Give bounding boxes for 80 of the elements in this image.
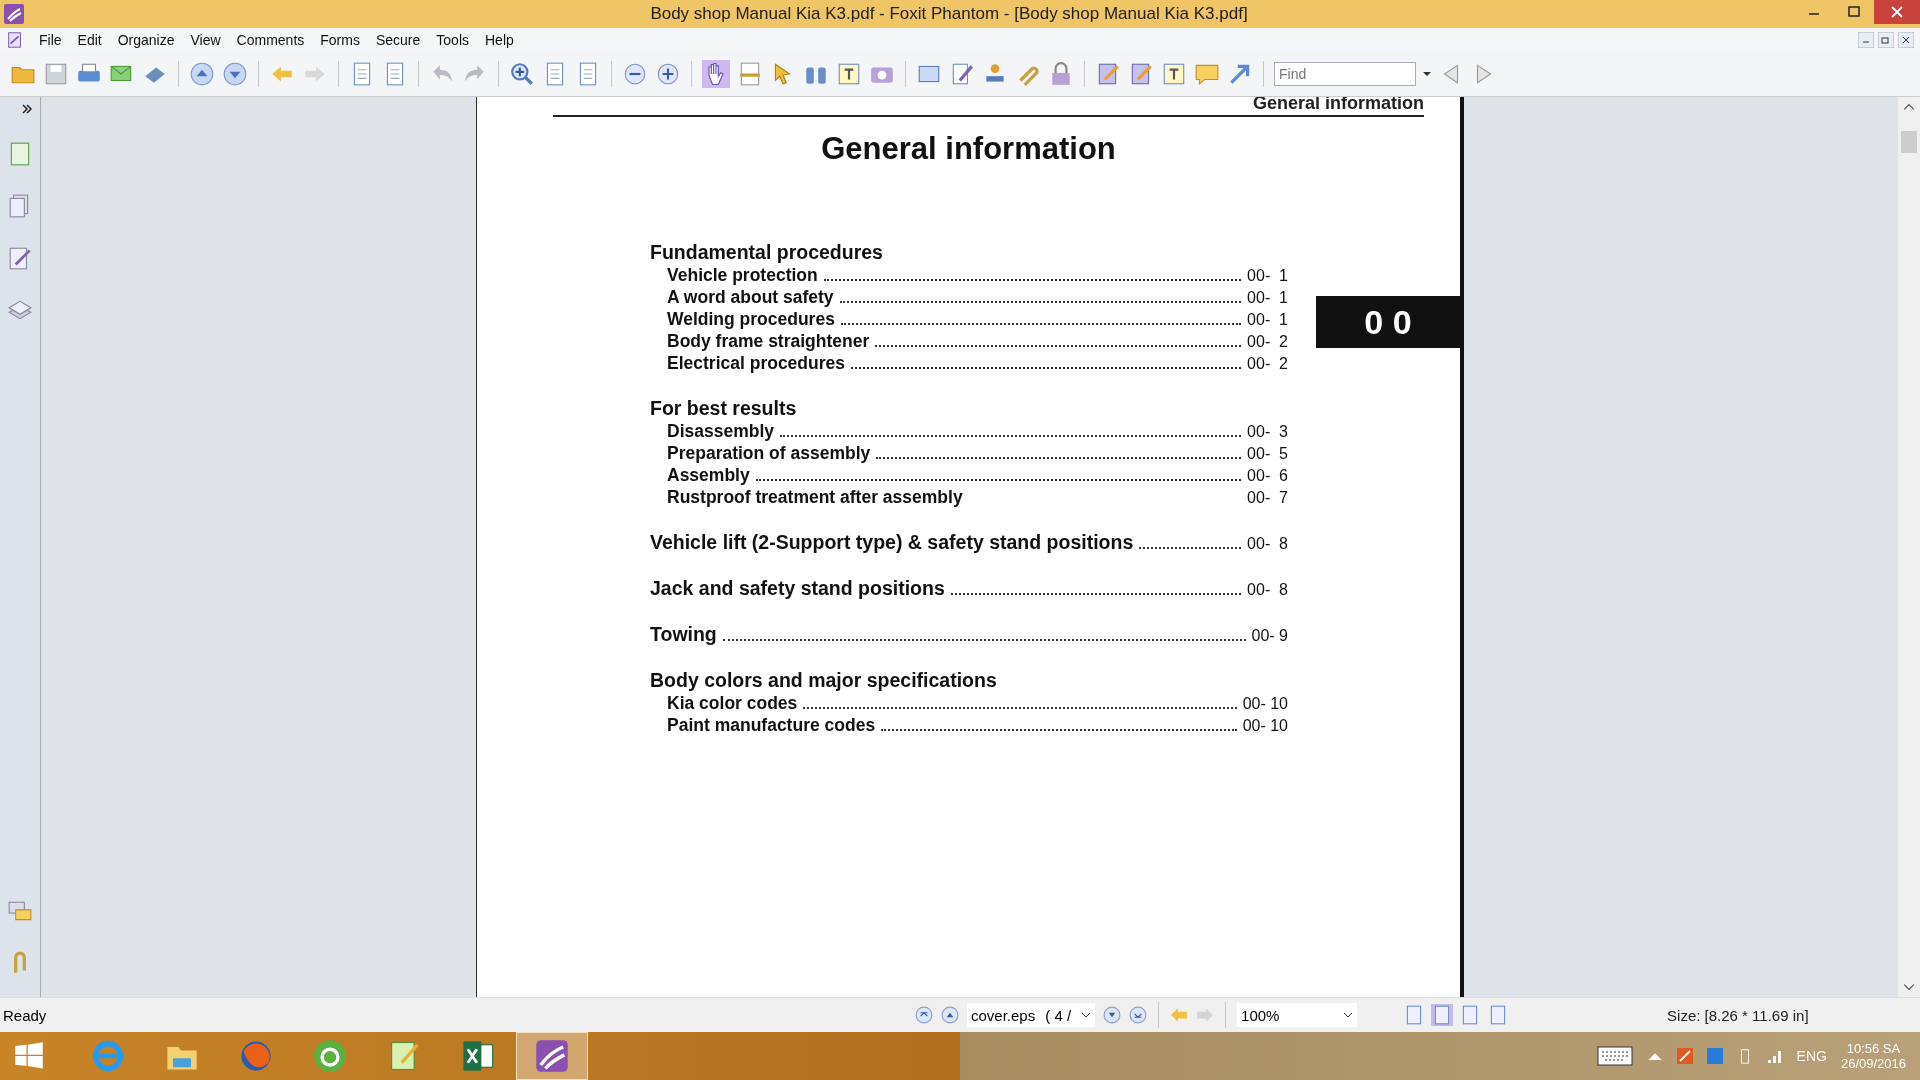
ring-icon xyxy=(312,1038,348,1074)
toc-entry: Rustproof treatment after assembly xyxy=(667,487,963,508)
page-number: 00- 10 xyxy=(1242,717,1288,735)
previous-page-icon[interactable] xyxy=(941,1006,959,1024)
menu-item[interactable]: Comments xyxy=(229,30,312,50)
page-number: 00- 10 xyxy=(1242,695,1288,713)
toc-entry: Disassembly xyxy=(667,421,774,442)
page-number: 00- 5 xyxy=(1247,445,1288,463)
zoom-out-icon[interactable] xyxy=(622,61,648,87)
dropdown-arrow-icon[interactable] xyxy=(1423,70,1431,78)
page-number: 00- 2 xyxy=(1247,355,1288,373)
toc-entry: Preparation of assembly xyxy=(667,443,871,464)
menu-item[interactable]: Secure xyxy=(368,30,428,50)
keyboard-icon[interactable] xyxy=(1596,1046,1633,1066)
document-icon xyxy=(6,31,24,49)
toc-entry: A word about safety xyxy=(667,287,834,308)
spreadsheet-icon xyxy=(460,1038,496,1074)
find-field[interactable]: Find xyxy=(1274,62,1416,86)
toc-entry: Vehicle protection xyxy=(667,265,818,286)
taskbar-app[interactable] xyxy=(516,1032,588,1080)
page-number: 00- 7 xyxy=(1247,489,1288,507)
view-mode-icon[interactable] xyxy=(1431,1004,1454,1026)
section-heading: Towing xyxy=(650,623,717,646)
toc-entry: Kia color codes xyxy=(667,693,798,714)
page-number: 00- 1 xyxy=(1247,267,1288,285)
toc-entry: Electrical procedures xyxy=(667,353,845,374)
toc-entry: Welding procedures xyxy=(667,309,835,330)
toc-entry: Paint manufacture codes xyxy=(667,715,876,736)
page-number: 00- 1 xyxy=(1247,311,1288,329)
tray-app-icon[interactable] xyxy=(1706,1048,1723,1064)
page-title: General information xyxy=(820,131,1117,167)
toc-entry: Body frame straightener xyxy=(667,331,870,352)
page-number: 00- 6 xyxy=(1247,467,1288,485)
zoom-in-icon[interactable] xyxy=(655,61,681,87)
zoom-in-icon[interactable] xyxy=(509,61,535,87)
expand-icon[interactable] xyxy=(21,103,33,115)
hand-tool-icon[interactable] xyxy=(702,60,730,88)
scroll-thumb[interactable] xyxy=(1901,131,1917,153)
app-icon xyxy=(4,4,24,24)
status-text: Ready xyxy=(3,1006,48,1024)
section-heading: For best results xyxy=(650,397,797,420)
globe-icon xyxy=(238,1038,274,1074)
section-heading: Vehicle lift (2-Support type) & safety stand positions xyxy=(650,531,1134,554)
page-number: 00- 3 xyxy=(1247,423,1288,441)
close-icon[interactable] xyxy=(1898,32,1914,48)
page-number: 00- 9 xyxy=(1251,627,1288,645)
menu-item[interactable]: Help xyxy=(478,30,521,50)
scroll-down-icon[interactable] xyxy=(1903,981,1915,993)
signal-icon[interactable] xyxy=(1766,1048,1783,1064)
browser-icon xyxy=(90,1038,126,1074)
section-heading: Fundamental procedures xyxy=(650,241,883,264)
pencil-icon[interactable] xyxy=(7,245,33,271)
page-number: 00- 1 xyxy=(1247,289,1288,307)
tray-app-icon[interactable] xyxy=(1676,1048,1693,1064)
last-page-icon[interactable] xyxy=(1129,1006,1148,1024)
first-page-icon[interactable] xyxy=(915,1006,933,1024)
section-heading: Jack and safety stand positions xyxy=(650,577,945,600)
page-number: 00- 8 xyxy=(1247,581,1288,599)
start-icon[interactable] xyxy=(14,1041,44,1071)
page-selector[interactable]: cover.eps ( 4 / xyxy=(967,1003,1096,1027)
app-icon xyxy=(534,1038,570,1074)
menu-item[interactable]: Tools xyxy=(429,30,476,50)
menu-item[interactable]: Organize xyxy=(110,30,182,50)
scroll-up-icon[interactable] xyxy=(1903,101,1915,113)
menu-item[interactable]: Forms xyxy=(313,30,367,50)
text-tool-icon[interactable] xyxy=(1161,61,1187,87)
toc-entry: Assembly xyxy=(667,465,750,486)
menu-item[interactable]: Edit xyxy=(70,30,109,50)
page-size: Size: [8.26 * 11.69 in] xyxy=(1667,1006,1809,1024)
menu-item[interactable]: File xyxy=(32,30,69,50)
save-icon[interactable] xyxy=(43,61,69,87)
page-number: 00- 8 xyxy=(1247,535,1288,553)
text-tool-icon[interactable] xyxy=(836,61,862,87)
menu-item[interactable]: View xyxy=(183,30,228,50)
page-number: 00- 2 xyxy=(1247,333,1288,351)
minimize-icon[interactable] xyxy=(1858,32,1874,48)
zoom-selector[interactable]: 100% xyxy=(1237,1003,1358,1027)
next-page-icon[interactable] xyxy=(1103,1006,1122,1024)
section-heading: Body colors and major specifications xyxy=(650,669,997,692)
window-title: Body shop Manual Kia K3.pdf - Foxit Phantom - [Body shop Manual Kia K3.pdf] xyxy=(649,4,1249,24)
